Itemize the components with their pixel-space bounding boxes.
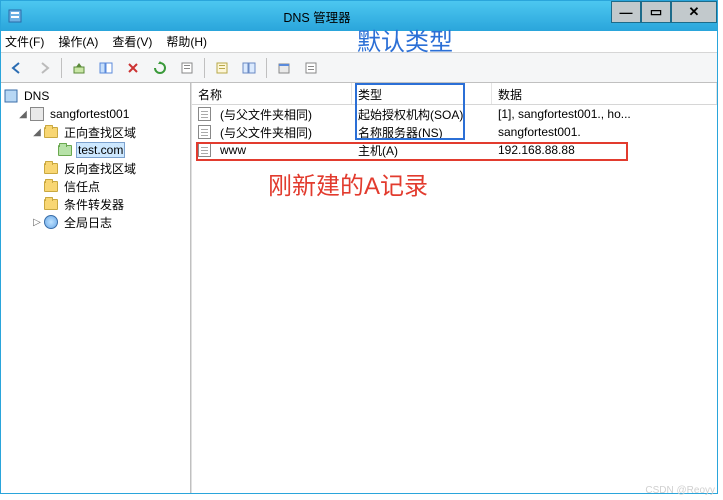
tree-reverse-zone[interactable]: 反向查找区域	[3, 159, 188, 177]
tree-trust-points[interactable]: 信任点	[3, 177, 188, 195]
tree-label-selected: test.com	[76, 142, 125, 158]
folder-icon	[43, 124, 59, 140]
cell-data: sangfortest001.	[492, 125, 717, 139]
close-button[interactable]: ✕	[671, 1, 717, 23]
record-icon	[196, 125, 212, 139]
tree-root-dns[interactable]: DNS	[3, 87, 188, 105]
menu-bar: 文件(F) 操作(A) 查看(V) 帮助(H)	[1, 31, 717, 53]
list-row[interactable]: (与父文件夹相同) 起始授权机构(SOA) [1], sangfortest00…	[192, 105, 717, 123]
list-row[interactable]: (与父文件夹相同) 名称服务器(NS) sangfortest001.	[192, 123, 717, 141]
tree-conditional-forwarders[interactable]: 条件转发器	[3, 195, 188, 213]
filter-button[interactable]	[237, 56, 261, 80]
cell-data: 192.168.88.88	[492, 143, 717, 157]
tree-label: 反向查找区域	[62, 160, 138, 177]
up-button[interactable]	[67, 56, 91, 80]
dns-icon	[3, 88, 19, 104]
list-header: 名称 类型 数据	[192, 83, 717, 105]
tree-label: 正向查找区域	[62, 124, 138, 141]
help-button[interactable]	[299, 56, 323, 80]
watermark: CSDN @Reoyy	[645, 485, 715, 496]
window-controls: — ▭ ✕	[611, 1, 717, 31]
toolbar	[1, 53, 717, 83]
title-bar: DNS 管理器 — ▭ ✕	[1, 1, 717, 31]
tree-forward-zone[interactable]: ◢ 正向查找区域	[3, 123, 188, 141]
tree-pane[interactable]: DNS ◢ sangfortest001 ◢ 正向查找区域 test.com 反…	[1, 83, 191, 493]
cell-type: 主机(A)	[352, 142, 492, 159]
export-button[interactable]	[175, 56, 199, 80]
delete-button[interactable]	[121, 56, 145, 80]
app-icon	[7, 8, 23, 24]
record-icon	[196, 107, 212, 121]
cell-name: (与父文件夹相同)	[214, 106, 352, 123]
tree-label: DNS	[22, 89, 51, 103]
cell-name: (与父文件夹相同)	[214, 124, 352, 141]
col-header-name[interactable]: 名称	[192, 83, 352, 104]
tree-global-log[interactable]: ▷ 全局日志	[3, 213, 188, 231]
menu-file[interactable]: 文件(F)	[5, 33, 44, 50]
tree-label: 条件转发器	[62, 196, 126, 213]
cell-data: [1], sangfortest001., ho...	[492, 107, 717, 121]
dns-manager-window: DNS 管理器 — ▭ ✕ 文件(F) 操作(A) 查看(V) 帮助(H)	[0, 0, 718, 494]
folder-icon	[43, 196, 59, 212]
tree-label: sangfortest001	[48, 107, 131, 121]
refresh-button[interactable]	[148, 56, 172, 80]
maximize-button[interactable]: ▭	[641, 1, 671, 23]
list-pane: 名称 类型 数据 (与父文件夹相同) 起始授权机构(SOA) [1], sang…	[191, 83, 717, 493]
collapse-icon[interactable]: ◢	[17, 109, 29, 120]
collapse-icon[interactable]: ◢	[31, 127, 43, 138]
tree-label: 信任点	[62, 178, 102, 195]
separator-icon	[61, 58, 62, 78]
properties-button[interactable]	[210, 56, 234, 80]
menu-help[interactable]: 帮助(H)	[166, 33, 207, 50]
menu-view[interactable]: 查看(V)	[112, 33, 152, 50]
menu-action[interactable]: 操作(A)	[58, 33, 98, 50]
tree-zone-testcom[interactable]: test.com	[3, 141, 188, 159]
separator-icon	[204, 58, 205, 78]
col-header-data[interactable]: 数据	[492, 83, 717, 104]
folder-icon	[57, 142, 73, 158]
list-row[interactable]: www 主机(A) 192.168.88.88	[192, 141, 717, 159]
show-hide-tree-button[interactable]	[94, 56, 118, 80]
tree-server[interactable]: ◢ sangfortest001	[3, 105, 188, 123]
cell-type: 名称服务器(NS)	[352, 124, 492, 141]
expand-icon[interactable]: ▷	[31, 217, 43, 228]
cell-type: 起始授权机构(SOA)	[352, 106, 492, 123]
forward-button[interactable]	[32, 56, 56, 80]
record-icon	[196, 143, 212, 157]
globe-icon	[43, 214, 59, 230]
col-header-type[interactable]: 类型	[352, 83, 492, 104]
new-record-button[interactable]	[272, 56, 296, 80]
server-icon	[29, 106, 45, 122]
window-title: DNS 管理器	[23, 7, 611, 26]
separator-icon	[266, 58, 267, 78]
tree-label: 全局日志	[62, 214, 114, 231]
minimize-button[interactable]: —	[611, 1, 641, 23]
folder-icon	[43, 160, 59, 176]
folder-icon	[43, 178, 59, 194]
cell-name: www	[214, 143, 352, 157]
content-area: DNS ◢ sangfortest001 ◢ 正向查找区域 test.com 反…	[1, 83, 717, 493]
back-button[interactable]	[5, 56, 29, 80]
